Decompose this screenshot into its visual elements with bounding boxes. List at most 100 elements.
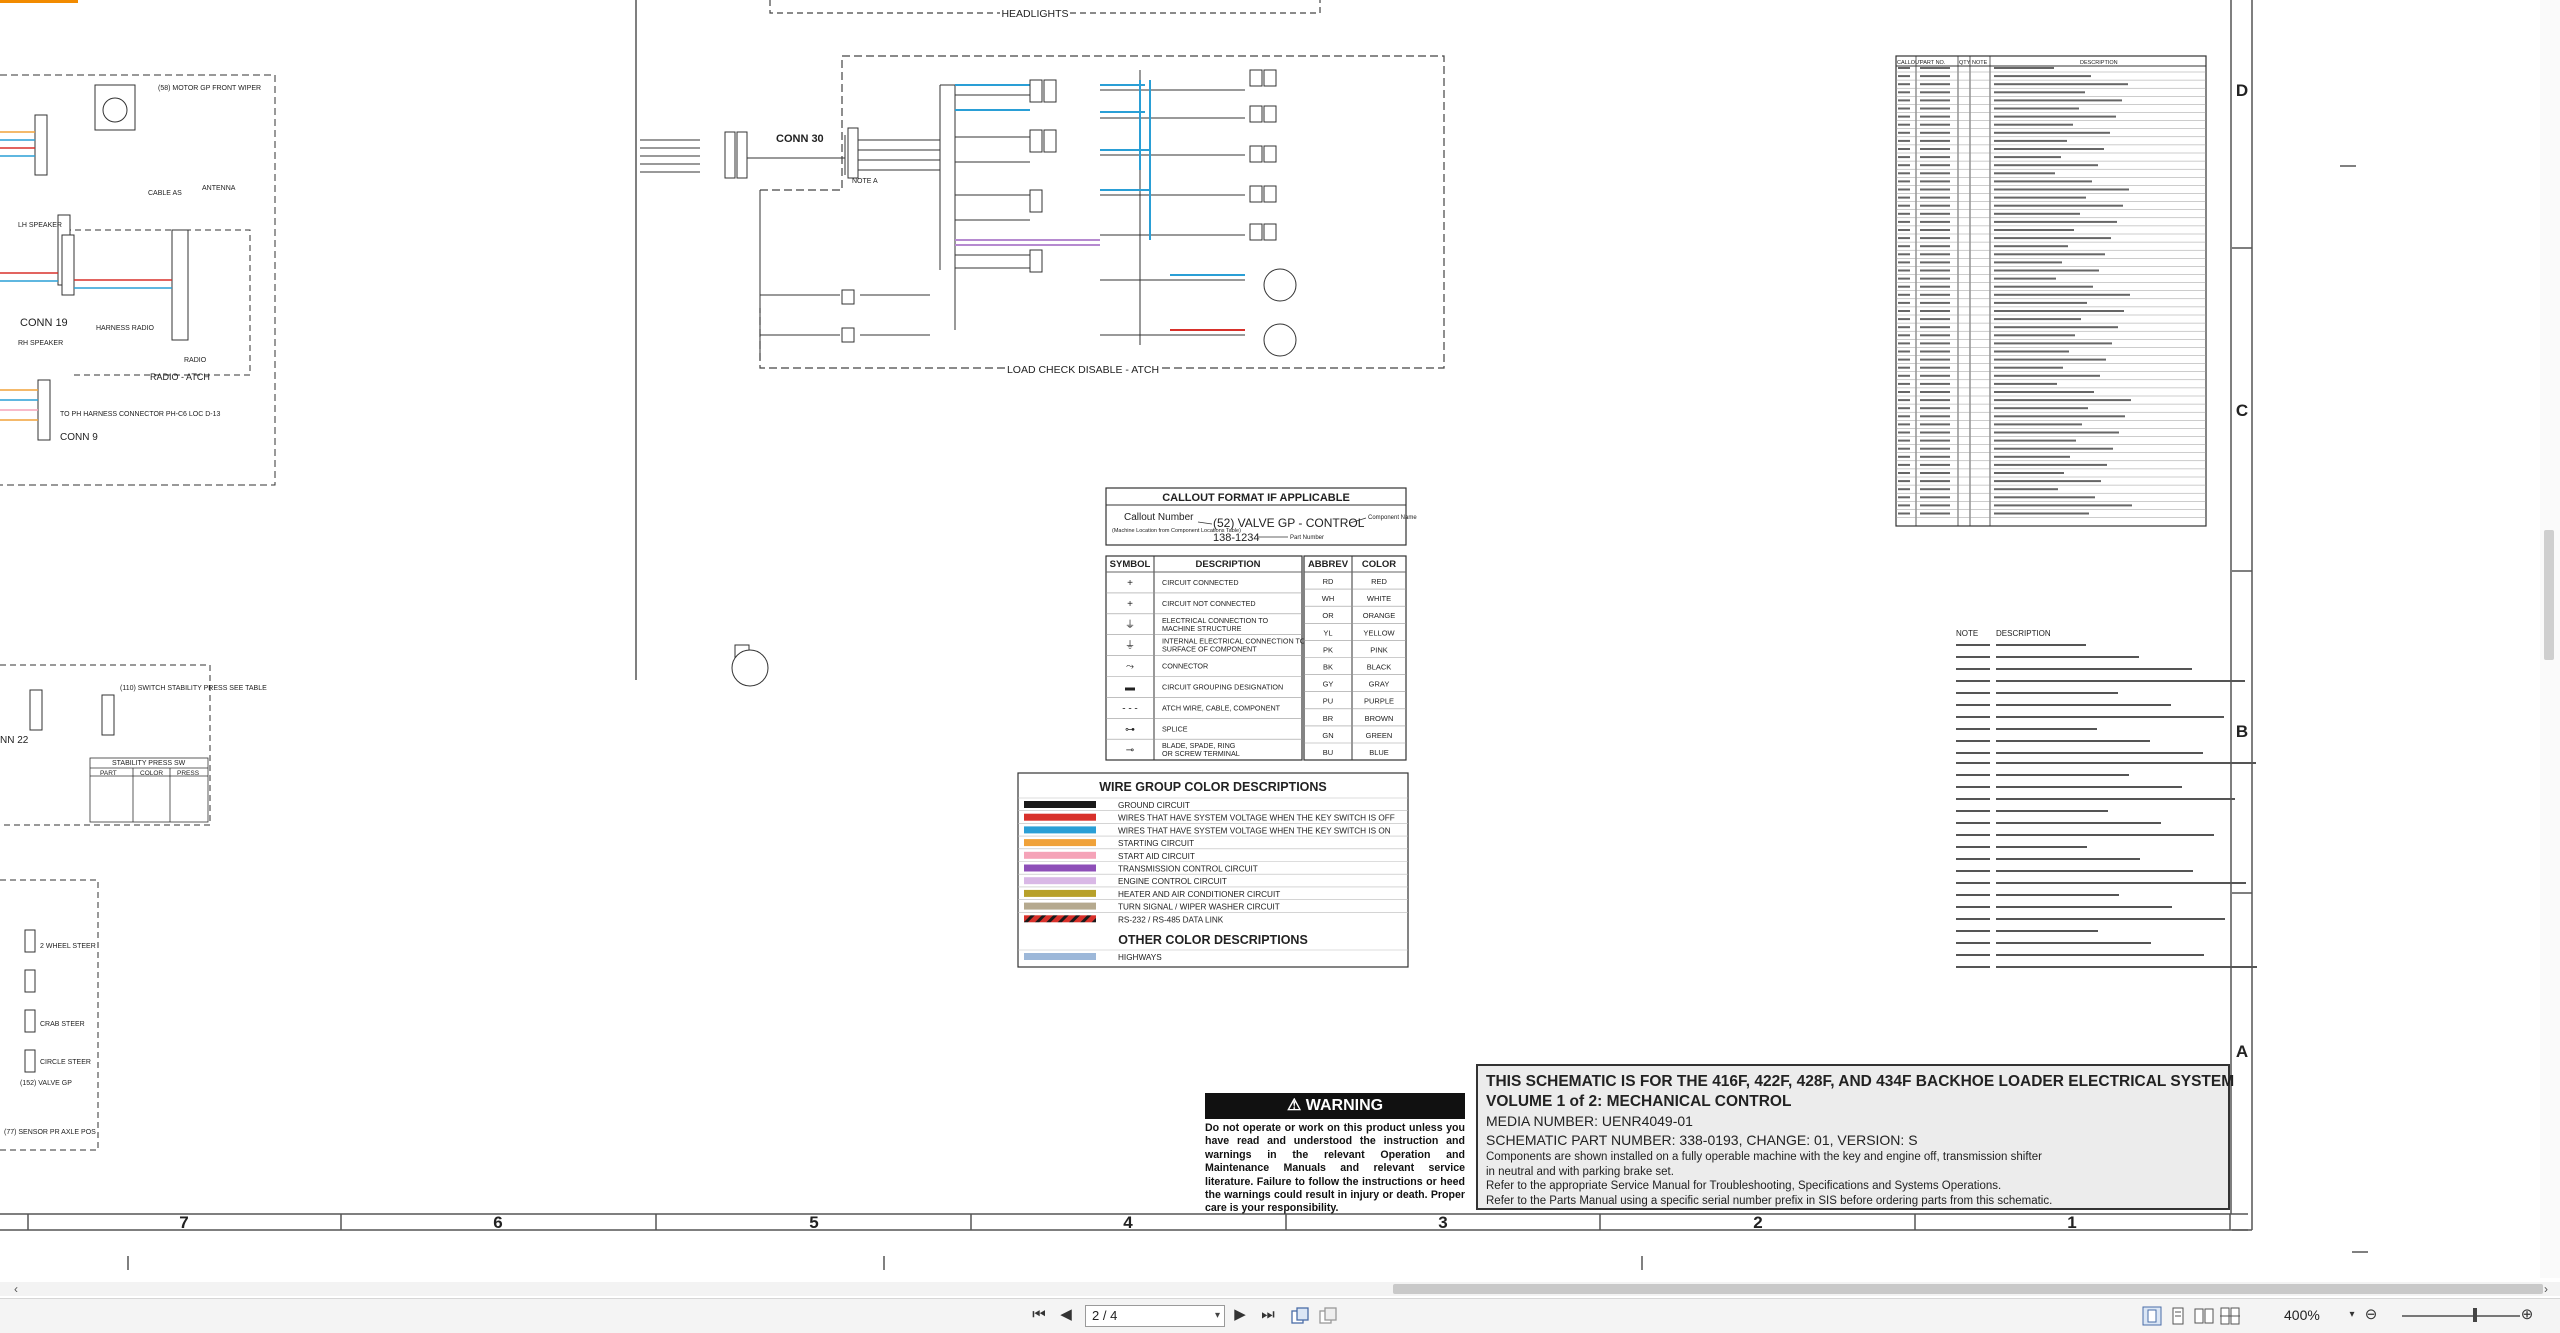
left-circuits (0, 74, 276, 1151)
two-page-icon[interactable] (2194, 1306, 2214, 1326)
component-row-mark (1898, 172, 1910, 175)
wire-group-label: HEATER AND AIR CONDITIONER CIRCUIT (1118, 890, 1280, 899)
note-number-mark (1956, 644, 1990, 646)
note-number-mark (1956, 858, 1990, 860)
note-text-mark (1996, 954, 2204, 956)
component-row-mark (1994, 342, 2112, 345)
note-number-mark (1956, 740, 1990, 742)
zoom-level[interactable]: 400% (2284, 1304, 2320, 1326)
zoom-out-icon[interactable]: ⊖ (2362, 1304, 2380, 1326)
component-row-mark (1920, 188, 1950, 191)
next-page-icon[interactable]: ▶ (1232, 1304, 1248, 1326)
component-row-mark (1994, 269, 2099, 272)
page-number-field[interactable]: 2 / 4 ▾ (1085, 1305, 1225, 1327)
zoom-dropdown-icon[interactable]: ▾ (2346, 1304, 2358, 1326)
component-row-mark (1920, 480, 1950, 483)
abbrev-color: BROWN (1365, 714, 1394, 723)
warning-triangle-icon: ⚠ (1286, 1097, 1302, 1114)
component-row-mark (1994, 212, 2080, 215)
component-row-mark (1920, 285, 1950, 288)
component-row-mark (1898, 318, 1910, 321)
symbol-head-symbol: SYMBOL (1110, 559, 1151, 570)
component-row-mark (1994, 415, 2125, 418)
component-row-mark (1898, 261, 1910, 264)
abbrev-color: PINK (1370, 645, 1388, 654)
component-row-mark (1898, 293, 1910, 296)
abbrev-code: BK (1323, 663, 1333, 672)
note-number-mark (1956, 834, 1990, 836)
note-number-mark (1956, 930, 1990, 932)
component-row-mark (1898, 156, 1910, 159)
vertical-scrollbar[interactable] (2540, 0, 2560, 1278)
scroll-left-icon[interactable]: ‹ (14, 1282, 18, 1296)
horizontal-scrollbar[interactable]: ‹ › (0, 1282, 2560, 1296)
component-row-mark (1898, 463, 1910, 466)
component-row-mark (1898, 382, 1910, 385)
component-row-mark (1994, 107, 2079, 110)
component-row-mark (1920, 269, 1950, 272)
two-page-continuous-icon[interactable] (2220, 1306, 2240, 1326)
vertical-scroll-thumb[interactable] (2544, 530, 2554, 660)
abbrev-color: PURPLE (1364, 697, 1394, 706)
abbrev-color: BLACK (1367, 663, 1392, 672)
component-row-mark (1920, 237, 1950, 240)
wire-group-label: WIRES THAT HAVE SYSTEM VOLTAGE WHEN THE … (1118, 814, 1395, 823)
component-row-mark (1898, 237, 1910, 240)
symbol-glyph: ⏚ (1125, 640, 1135, 652)
svg-text:NOTE: NOTE (1956, 629, 1978, 638)
note-number-mark (1956, 656, 1990, 658)
component-row-mark (1898, 488, 1910, 491)
page-dropdown-icon[interactable]: ▾ (1215, 1306, 1220, 1326)
note-text-mark (1996, 906, 2172, 908)
symbol-description: SPLICE (1162, 724, 1188, 733)
component-row-mark (1994, 115, 2116, 118)
continuous-page-icon[interactable] (2168, 1306, 2188, 1326)
component-row-mark (1898, 229, 1910, 231)
note-number-mark (1956, 918, 1990, 920)
zoom-in-icon[interactable]: ⊕ (2518, 1304, 2536, 1326)
component-row-mark (1994, 188, 2129, 191)
wire-color-swatch (1024, 801, 1096, 808)
front-wiper-label: (58) MOTOR GP FRONT WIPER (158, 85, 261, 92)
scroll-right-icon[interactable]: › (2544, 1282, 2548, 1296)
component-row-mark (1898, 334, 1910, 337)
title-line-6: in neutral and with parking brake set. (1486, 1165, 1674, 1178)
stability-switch-label: (110) SWITCH STABILITY PRESS SEE TABLE (120, 685, 267, 692)
callout-example: (52) VALVE GP - CONTROL (1213, 516, 1365, 530)
component-row-mark (1994, 366, 2063, 369)
crab-steer-label: CRAB STEER (40, 1021, 85, 1028)
title-line-5: Components are shown installed on a full… (1486, 1151, 2042, 1163)
horizontal-scroll-thumb[interactable] (1393, 1284, 2543, 1294)
component-row-mark (1994, 245, 2068, 248)
component-row-mark (1898, 504, 1910, 507)
zoom-slider-handle[interactable] (2473, 1308, 2477, 1322)
component-row-mark (1994, 488, 2058, 491)
component-row-mark (1994, 123, 2073, 126)
wire-group-label: GROUND CIRCUIT (1118, 801, 1190, 810)
svg-text:DESCRIPTION: DESCRIPTION (1996, 629, 2051, 638)
warning-header: ⚠ WARNING (1205, 1093, 1465, 1119)
headlights-box: HEADLIGHTS (769, 0, 1321, 20)
component-row-mark (1994, 504, 2132, 507)
rotate-view-icon[interactable] (1290, 1306, 1310, 1326)
fit-view-icon[interactable] (1318, 1306, 1338, 1326)
component-row-mark (1920, 301, 1950, 304)
component-row-mark (1994, 334, 2075, 337)
abbrev-head-abbrev: ABBREV (1308, 559, 1349, 570)
single-page-icon[interactable] (2142, 1306, 2162, 1326)
wire-color-swatch (1024, 851, 1096, 859)
page-number-value: 2 / 4 (1092, 1308, 1118, 1323)
component-row-mark (1898, 431, 1910, 434)
last-page-icon[interactable]: ⏭ (1258, 1304, 1278, 1326)
zoom-slider-track[interactable] (2402, 1315, 2520, 1317)
wire-group-label: ENGINE CONTROL CIRCUIT (1118, 877, 1227, 886)
svg-text:NOTE: NOTE (1972, 60, 1988, 66)
wire-color-swatch (1024, 889, 1096, 897)
callout-part-number: Part Number (1290, 535, 1324, 541)
abbrev-color: RED (1371, 577, 1387, 586)
first-page-icon[interactable]: ⏮ (1030, 1304, 1048, 1326)
previous-page-icon[interactable]: ◀ (1058, 1304, 1074, 1326)
note-number-mark (1956, 810, 1990, 812)
component-row-mark (1920, 447, 1950, 450)
abbrev-head-color: COLOR (1362, 559, 1396, 570)
